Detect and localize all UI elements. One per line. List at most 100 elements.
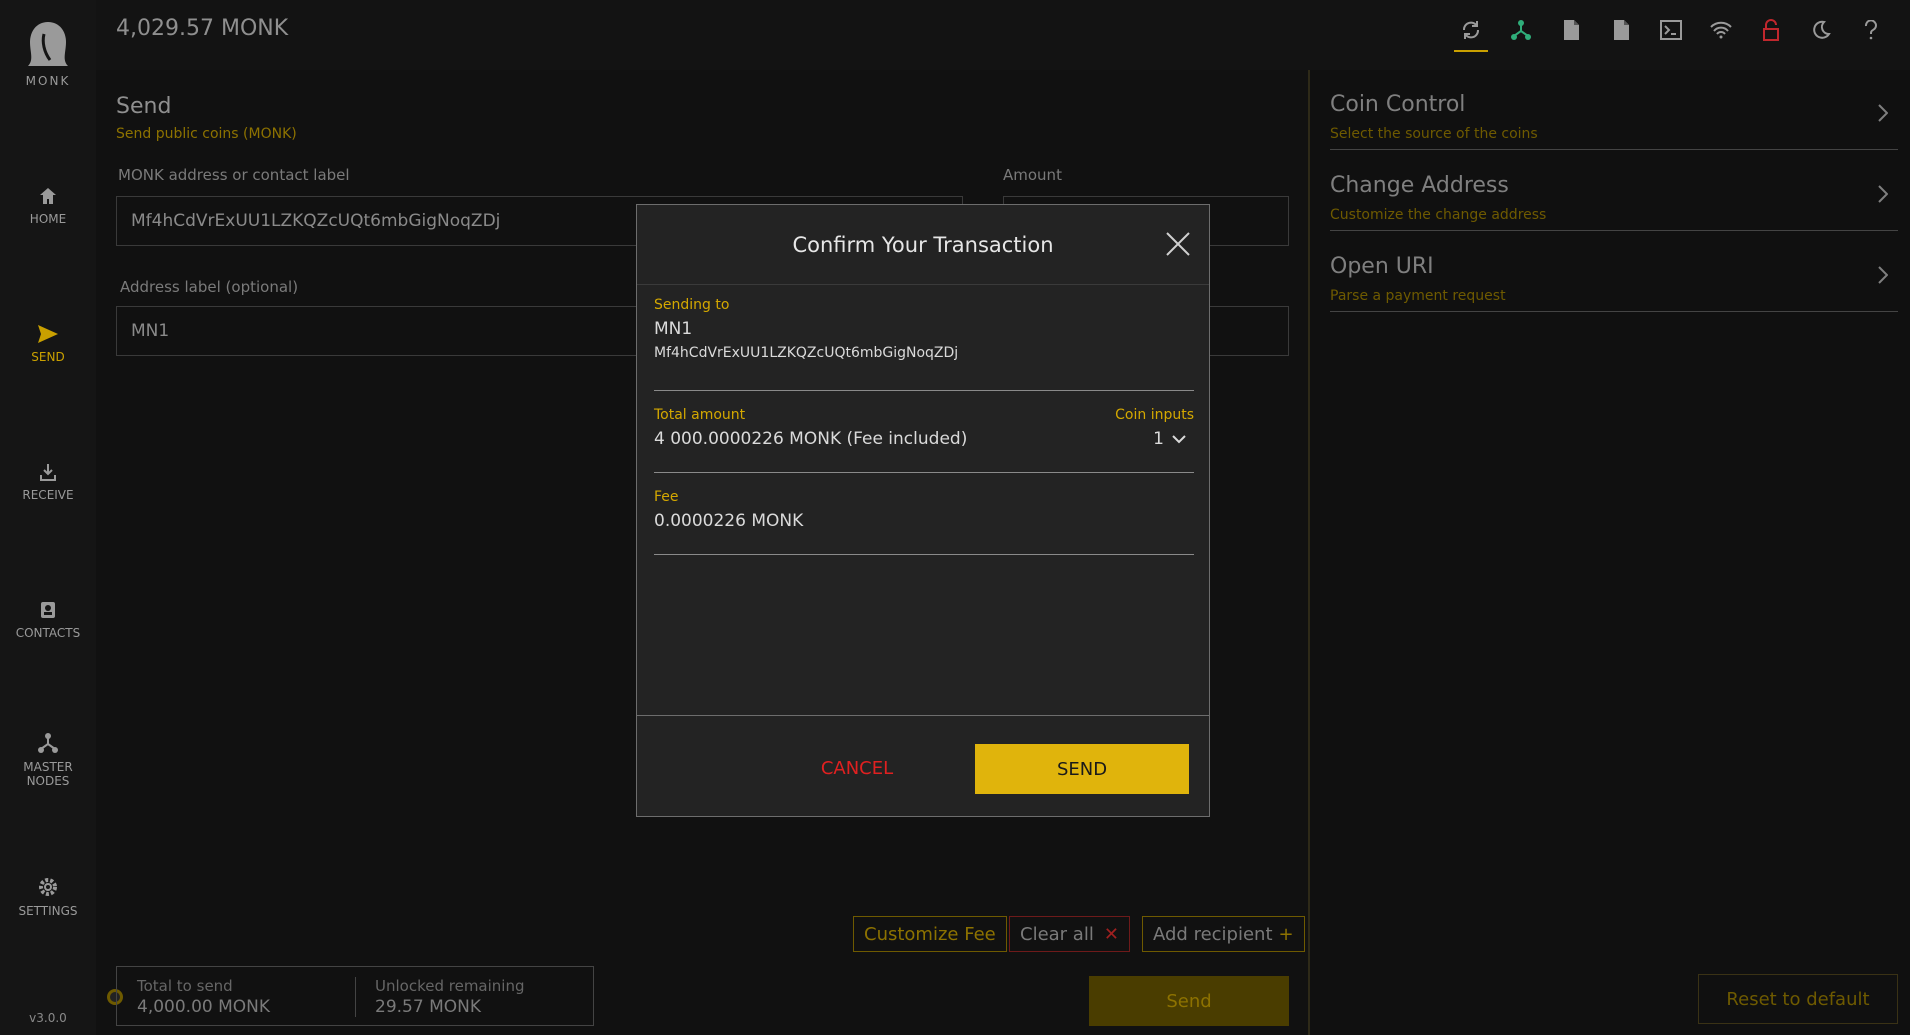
monk-logo-icon: [28, 22, 68, 66]
fee-section: Fee 0.0000226 MONK: [654, 489, 1194, 555]
total-to-send-value: 4,000.00 MONK: [137, 997, 271, 1017]
sidebar-item-label: SETTINGS: [18, 904, 78, 918]
console-button[interactable]: [1646, 6, 1696, 54]
top-bar: 4,029.57 MONK: [96, 0, 1910, 70]
page-subtitle: Send public coins (MONK): [116, 126, 297, 142]
sidebar-item-masternodes[interactable]: MASTER NODES: [0, 732, 96, 788]
total-amount-value: 4 000.0000226 MONK (Fee included): [654, 429, 968, 449]
send-button[interactable]: Send: [1089, 976, 1289, 1026]
contacts-icon: [41, 602, 55, 618]
confirm-transaction-dialog: Confirm Your Transaction Sending to MN1 …: [636, 204, 1210, 817]
open-uri-item[interactable]: Open URI Parse a payment request: [1330, 232, 1898, 312]
total-to-send-label: Total to send: [137, 977, 233, 995]
connection-button[interactable]: [1696, 6, 1746, 54]
total-amount-section: Total amount 4 000.0000226 MONK (Fee inc…: [654, 407, 1194, 473]
sidebar-item-settings[interactable]: SETTINGS: [0, 876, 96, 918]
wallet-balance: 4,029.57 MONK: [116, 16, 289, 41]
sync-icon: [1463, 21, 1479, 39]
send-icon: [38, 325, 58, 343]
cancel-button[interactable]: CANCEL: [809, 750, 905, 786]
document-button-2[interactable]: [1596, 6, 1646, 54]
change-address-item[interactable]: Change Address Customize the change addr…: [1330, 151, 1898, 231]
sending-to-label: Sending to: [654, 297, 730, 313]
terminal-icon: [1660, 20, 1682, 40]
totals-box: Total to send 4,000.00 MONK Unlocked rem…: [116, 966, 594, 1026]
sidebar-item-label-line1: MASTER: [23, 760, 73, 774]
coin-inputs-dropdown[interactable]: 1: [1153, 429, 1186, 449]
home-icon: [40, 188, 56, 204]
sidebar-item-receive[interactable]: RECEIVE: [0, 462, 96, 502]
sidebar: MONK HOME SEND RECEIVE CONTACTS MASTER N…: [0, 0, 96, 1035]
dialog-title: Confirm Your Transaction: [792, 233, 1054, 257]
dialog-footer: CANCEL SEND: [637, 715, 1209, 817]
coin-control-item[interactable]: Coin Control Select the source of the co…: [1330, 70, 1898, 150]
unlocked-remaining-value: 29.57 MONK: [375, 997, 481, 1017]
coin-control-title: Coin Control: [1330, 92, 1466, 117]
confirm-send-button[interactable]: SEND: [975, 744, 1189, 794]
sidebar-item-label: CONTACTS: [15, 626, 81, 640]
document-button[interactable]: [1546, 6, 1596, 54]
options-panel: Coin Control Select the source of the co…: [1308, 70, 1910, 1035]
help-button[interactable]: [1846, 6, 1896, 54]
lock-wallet-button[interactable]: [1746, 6, 1796, 54]
document-icon: [1564, 20, 1579, 40]
address-label-field-label: Address label (optional): [120, 278, 299, 296]
total-amount-label: Total amount: [654, 407, 746, 423]
header-toolbar: [1446, 0, 1896, 60]
gear-icon: [39, 878, 57, 896]
divider: [355, 977, 356, 1017]
open-uri-title: Open URI: [1330, 254, 1434, 279]
reset-to-default-button[interactable]: Reset to default: [1698, 974, 1898, 1024]
masternodes-icon: [38, 733, 58, 753]
clear-all-label: Clear all: [1020, 923, 1094, 945]
dark-mode-button[interactable]: [1796, 6, 1846, 54]
sidebar-item-label: RECEIVE: [22, 488, 74, 502]
sidebar-item-label: SEND: [31, 350, 65, 364]
close-icon: ✕: [1103, 923, 1119, 945]
sidebar-item-label: HOME: [29, 212, 67, 226]
change-address-subtitle: Customize the change address: [1330, 207, 1547, 223]
add-recipient-label: Add recipient: [1153, 923, 1273, 945]
unlocked-remaining-label: Unlocked remaining: [375, 977, 525, 995]
coin-inputs-label: Coin inputs: [1115, 407, 1194, 423]
fee-label: Fee: [654, 489, 679, 505]
customize-fee-button[interactable]: Customize Fee: [853, 916, 1007, 952]
sidebar-item-label-line2: NODES: [26, 774, 70, 788]
sidebar-item-contacts[interactable]: CONTACTS: [0, 600, 96, 640]
unlock-icon: [1763, 19, 1779, 41]
add-recipient-button[interactable]: Add recipient +: [1142, 916, 1305, 952]
chevron-right-icon: [1878, 266, 1888, 284]
sidebar-item-home[interactable]: HOME: [0, 186, 96, 226]
recipient-label: MN1: [654, 319, 693, 339]
app-version: v3.0.0: [29, 1011, 67, 1025]
coin-inputs-value: 1: [1153, 429, 1164, 449]
logo-text: MONK: [25, 74, 71, 88]
moon-icon: [1813, 20, 1831, 39]
download-icon: [40, 464, 56, 481]
dialog-header: Confirm Your Transaction: [637, 205, 1209, 285]
document-icon: [1614, 20, 1629, 40]
coin-control-subtitle: Select the source of the coins: [1330, 126, 1538, 142]
clear-all-button[interactable]: Clear all ✕: [1009, 916, 1130, 952]
logo: MONK: [0, 20, 96, 88]
open-uri-subtitle: Parse a payment request: [1330, 288, 1506, 304]
change-address-title: Change Address: [1330, 173, 1509, 198]
customize-fee-label: Customize Fee: [864, 923, 996, 945]
chevron-down-icon: [1172, 435, 1186, 444]
address-field-label: MONK address or contact label: [118, 166, 350, 184]
amount-field-label: Amount: [1003, 166, 1062, 184]
close-icon[interactable]: [1165, 231, 1191, 257]
masternodes-status-button[interactable]: [1496, 6, 1546, 54]
sync-button[interactable]: [1446, 6, 1496, 54]
plus-icon: +: [1278, 923, 1294, 945]
fee-value: 0.0000226 MONK: [654, 511, 804, 531]
wifi-icon: [1710, 21, 1732, 39]
network-nodes-icon: [1511, 20, 1531, 40]
recipient-address: Mf4hCdVrExUU1LZKQZcUQt6mbGigNoqZDj: [654, 345, 959, 361]
help-icon: [1865, 20, 1877, 40]
page-title: Send: [116, 94, 172, 119]
sidebar-item-send[interactable]: SEND: [0, 324, 96, 364]
chevron-right-icon: [1878, 185, 1888, 203]
sending-to-section: Sending to MN1 Mf4hCdVrExUU1LZKQZcUQt6mb…: [654, 297, 1194, 391]
chevron-right-icon: [1878, 104, 1888, 122]
